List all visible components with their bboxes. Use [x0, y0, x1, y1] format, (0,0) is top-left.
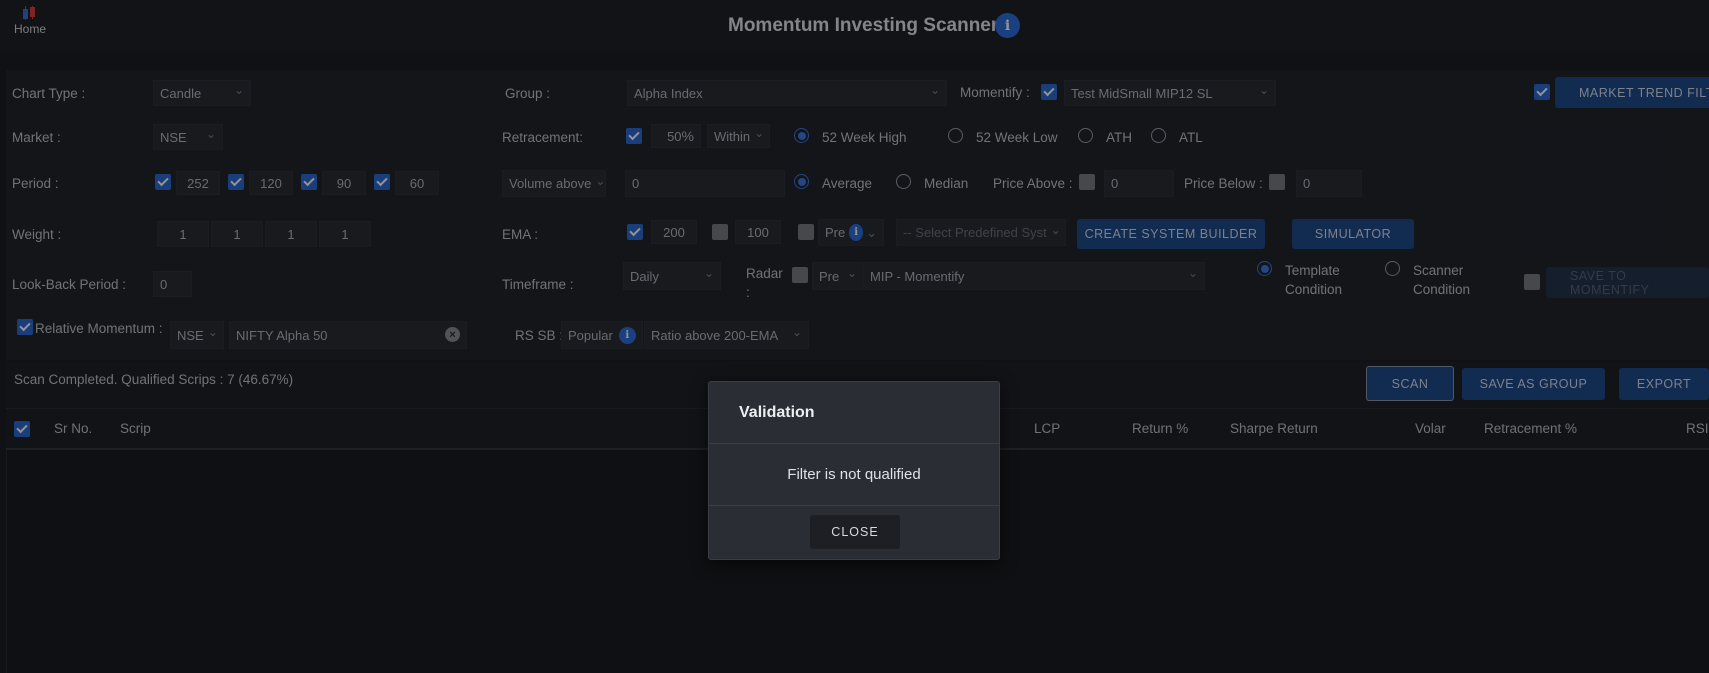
dialog-message: Filter is not qualified — [787, 466, 921, 483]
modal-backdrop[interactable] — [0, 0, 1709, 673]
close-button[interactable]: CLOSE — [810, 515, 900, 549]
dialog-divider — [709, 505, 999, 506]
validation-dialog: Validation Filter is not qualified CLOSE — [708, 381, 1000, 560]
dialog-divider — [709, 443, 999, 444]
dialog-title: Validation — [739, 404, 815, 421]
